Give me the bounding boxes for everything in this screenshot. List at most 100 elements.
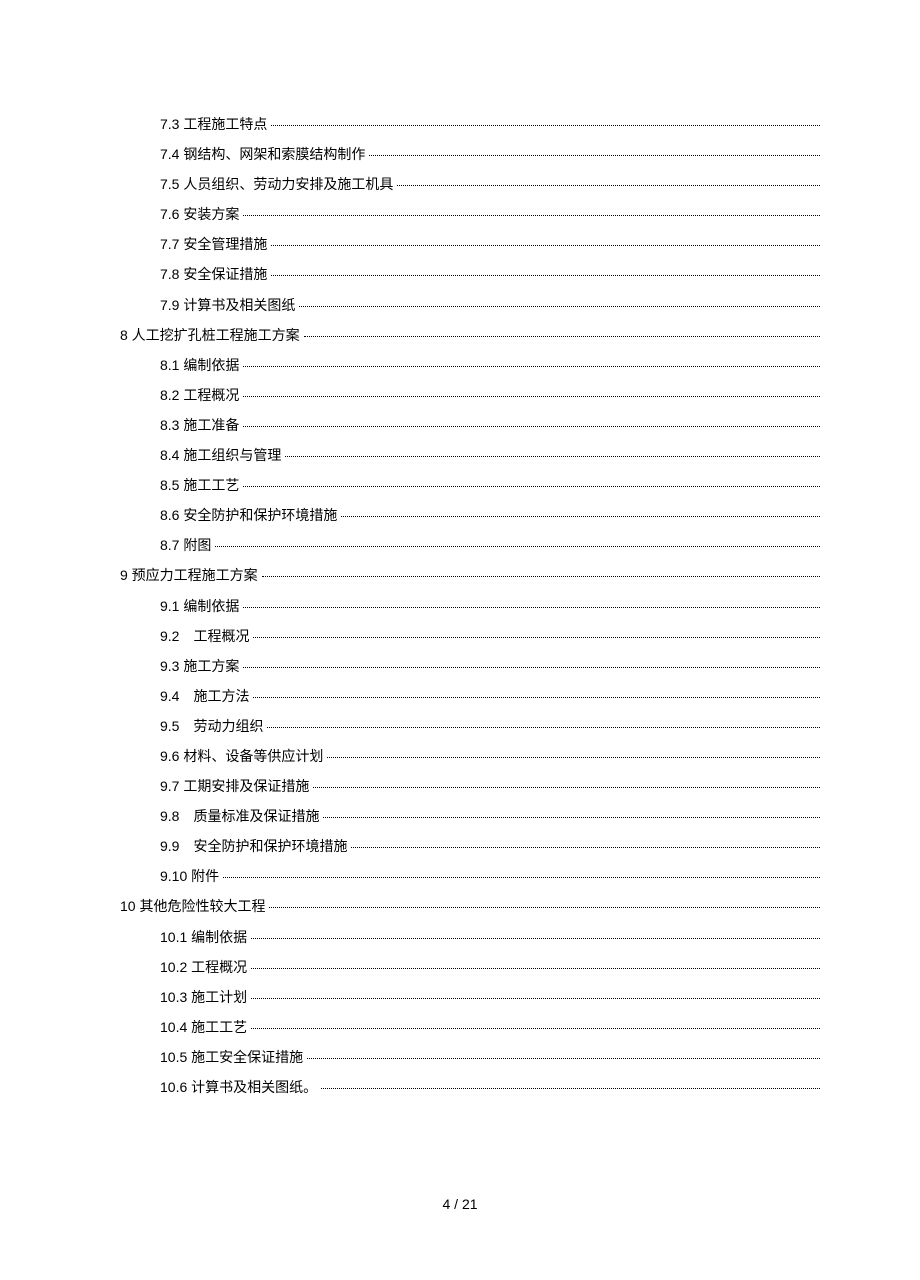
toc-label: 7.8 安全保证措施	[160, 265, 267, 285]
toc-entry: 8.4 施工组织与管理	[100, 446, 820, 466]
toc-leader	[251, 938, 820, 939]
toc-leader	[321, 1088, 820, 1089]
toc-entry: 7.4 钢结构、网架和索膜结构制作	[100, 145, 820, 165]
toc-leader	[323, 817, 820, 818]
toc-entry: 8.2 工程概况	[100, 386, 820, 406]
toc-label: 10.2 工程概况	[160, 958, 247, 978]
toc-leader	[271, 275, 820, 276]
toc-label: 9.10 附件	[160, 867, 219, 887]
toc-entry: 10.2 工程概况	[100, 958, 820, 978]
toc-entry: 8.3 施工准备	[100, 416, 820, 436]
toc-leader	[251, 968, 820, 969]
toc-leader	[397, 185, 820, 186]
toc-label: 8.2 工程概况	[160, 386, 239, 406]
toc-entry: 8.1 编制依据	[100, 356, 820, 376]
toc-entry: 8.6 安全防护和保护环境措施	[100, 506, 820, 526]
toc-label: 9 预应力工程施工方案	[120, 566, 258, 586]
table-of-contents: 7.3 工程施工特点 7.4 钢结构、网架和索膜结构制作 7.5 人员组织、劳动力安…	[100, 115, 820, 1098]
toc-label: 10 其他危险性较大工程	[120, 897, 265, 917]
toc-label: 9.8 质量标准及保证措施	[160, 807, 319, 827]
toc-entry: 10.5 施工安全保证措施	[100, 1048, 820, 1068]
toc-entry: 9.3 施工方案	[100, 657, 820, 677]
toc-entry: 10.3 施工计划	[100, 988, 820, 1008]
toc-label: 9.4 施工方法	[160, 687, 249, 707]
toc-label: 8.4 施工组织与管理	[160, 446, 281, 466]
toc-entry: 9.2 工程概况	[100, 627, 820, 647]
toc-entry: 9.10 附件	[100, 867, 820, 887]
toc-label: 8.6 安全防护和保护环境措施	[160, 506, 337, 526]
toc-label: 9.1 编制依据	[160, 597, 239, 617]
toc-label: 8.3 施工准备	[160, 416, 239, 436]
toc-label: 9.2 工程概况	[160, 627, 249, 647]
toc-label: 9.7 工期安排及保证措施	[160, 777, 309, 797]
toc-leader	[251, 998, 820, 999]
toc-entry: 7.9 计算书及相关图纸	[100, 296, 820, 316]
toc-leader	[243, 426, 820, 427]
toc-label: 7.4 钢结构、网架和索膜结构制作	[160, 145, 365, 165]
toc-entry: 9.1 编制依据	[100, 597, 820, 617]
toc-leader	[253, 697, 820, 698]
toc-entry: 7.8 安全保证措施	[100, 265, 820, 285]
toc-label: 9.6 材料、设备等供应计划	[160, 747, 323, 767]
toc-entry: 9.7 工期安排及保证措施	[100, 777, 820, 797]
toc-label: 8.5 施工工艺	[160, 476, 239, 496]
toc-leader	[307, 1058, 820, 1059]
toc-label: 7.7 安全管理措施	[160, 235, 267, 255]
toc-leader	[243, 366, 820, 367]
toc-leader	[304, 336, 820, 337]
toc-label: 10.5 施工安全保证措施	[160, 1048, 303, 1068]
toc-entry: 9.9 安全防护和保护环境措施	[100, 837, 820, 857]
toc-entry: 10 其他危险性较大工程	[100, 897, 820, 917]
toc-label: 10.1 编制依据	[160, 928, 247, 948]
toc-label: 7.6 安装方案	[160, 205, 239, 225]
toc-label: 10.6 计算书及相关图纸。	[160, 1078, 317, 1098]
toc-entry: 7.5 人员组织、劳动力安排及施工机具	[100, 175, 820, 195]
toc-label: 9.3 施工方案	[160, 657, 239, 677]
toc-label: 8.7 附图	[160, 536, 211, 556]
toc-entry: 7.3 工程施工特点	[100, 115, 820, 135]
toc-leader	[267, 727, 820, 728]
toc-leader	[243, 396, 820, 397]
toc-label: 9.5 劳动力组织	[160, 717, 263, 737]
toc-leader	[243, 607, 820, 608]
toc-label: 8 人工挖扩孔桩工程施工方案	[120, 326, 300, 346]
toc-leader	[243, 667, 820, 668]
toc-entry: 9.4 施工方法	[100, 687, 820, 707]
toc-leader	[341, 516, 820, 517]
toc-leader	[271, 245, 820, 246]
toc-leader	[251, 1028, 820, 1029]
toc-leader	[271, 125, 820, 126]
toc-entry: 7.6 安装方案	[100, 205, 820, 225]
toc-label: 10.3 施工计划	[160, 988, 247, 1008]
page-number: 4 / 21	[0, 1196, 920, 1212]
toc-entry: 9.5 劳动力组织	[100, 717, 820, 737]
toc-entry: 9 预应力工程施工方案	[100, 566, 820, 586]
toc-entry: 10.6 计算书及相关图纸。	[100, 1078, 820, 1098]
toc-leader	[285, 456, 820, 457]
toc-label: 7.9 计算书及相关图纸	[160, 296, 295, 316]
toc-entry: 10.1 编制依据	[100, 928, 820, 948]
toc-leader	[269, 907, 820, 908]
toc-entry: 10.4 施工工艺	[100, 1018, 820, 1038]
toc-entry: 8.7 附图	[100, 536, 820, 556]
toc-leader	[327, 757, 820, 758]
toc-leader	[223, 877, 820, 878]
toc-page: 7.3 工程施工特点 7.4 钢结构、网架和索膜结构制作 7.5 人员组织、劳动力安…	[0, 0, 920, 1098]
toc-leader	[215, 546, 820, 547]
toc-leader	[313, 787, 820, 788]
toc-entry: 7.7 安全管理措施	[100, 235, 820, 255]
toc-entry: 9.8 质量标准及保证措施	[100, 807, 820, 827]
toc-leader	[253, 637, 820, 638]
toc-label: 9.9 安全防护和保护环境措施	[160, 837, 347, 857]
toc-label: 7.3 工程施工特点	[160, 115, 267, 135]
toc-entry: 8 人工挖扩孔桩工程施工方案	[100, 326, 820, 346]
toc-label: 7.5 人员组织、劳动力安排及施工机具	[160, 175, 393, 195]
toc-label: 10.4 施工工艺	[160, 1018, 247, 1038]
toc-label: 8.1 编制依据	[160, 356, 239, 376]
toc-leader	[299, 306, 820, 307]
toc-leader	[351, 847, 820, 848]
toc-entry: 8.5 施工工艺	[100, 476, 820, 496]
toc-entry: 9.6 材料、设备等供应计划	[100, 747, 820, 767]
toc-leader	[262, 576, 820, 577]
toc-leader	[243, 215, 820, 216]
